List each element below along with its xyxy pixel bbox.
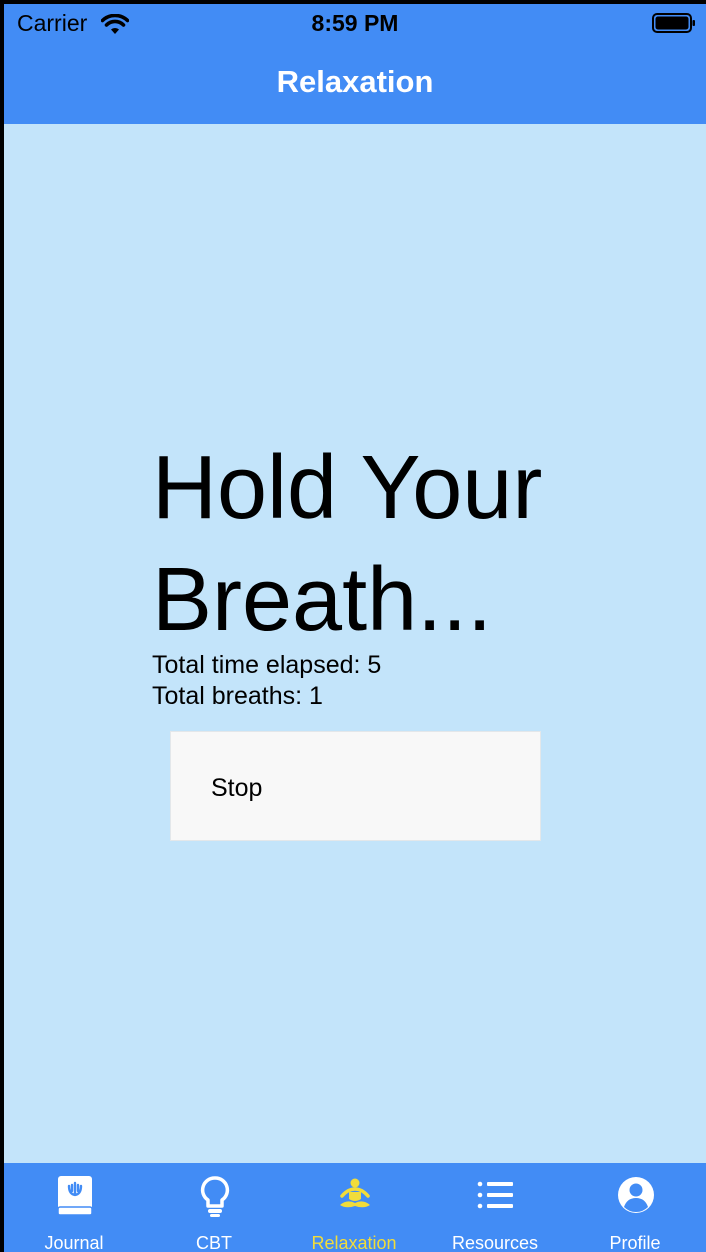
battery-icon: [652, 13, 696, 38]
screen: Carrier 8:59 PM Relaxation Hold Your Bre…: [4, 4, 706, 1252]
tab-label: Relaxation: [311, 1233, 397, 1252]
time-elapsed-label: Total time elapsed: 5: [152, 651, 382, 679]
tab-label: Resources: [451, 1233, 539, 1252]
tab-label: Journal: [44, 1233, 104, 1252]
tab-bar: Journal CBT Relaxation Resources Profile: [4, 1163, 706, 1252]
session-stats: Total time elapsed: 5 Total breaths: 1: [152, 650, 381, 712]
tab-label: Profile: [609, 1233, 661, 1252]
top-bar: Carrier 8:59 PM Relaxation: [4, 4, 706, 124]
tab-label: CBT: [196, 1233, 232, 1252]
tab-cbt[interactable]: CBT: [144, 1163, 284, 1252]
lightbulb-icon: [194, 1175, 236, 1217]
breaths-count-label: Total breaths: 1: [152, 682, 323, 710]
meditation-icon: [334, 1175, 376, 1217]
list-icon: [475, 1175, 517, 1217]
tab-journal[interactable]: Journal: [4, 1163, 144, 1252]
breath-instruction-heading: Hold Your Breath...: [152, 438, 543, 650]
journal-icon: [54, 1175, 96, 1217]
stop-button[interactable]: Stop: [170, 731, 541, 841]
user-icon: [615, 1175, 657, 1217]
status-time: 8:59 PM: [311, 10, 399, 36]
stop-button-label: Stop: [211, 774, 263, 802]
tab-relaxation[interactable]: Relaxation: [284, 1163, 424, 1252]
tab-resources[interactable]: Resources: [425, 1163, 565, 1252]
page-title: Relaxation: [276, 64, 434, 99]
tab-profile[interactable]: Profile: [565, 1163, 705, 1252]
